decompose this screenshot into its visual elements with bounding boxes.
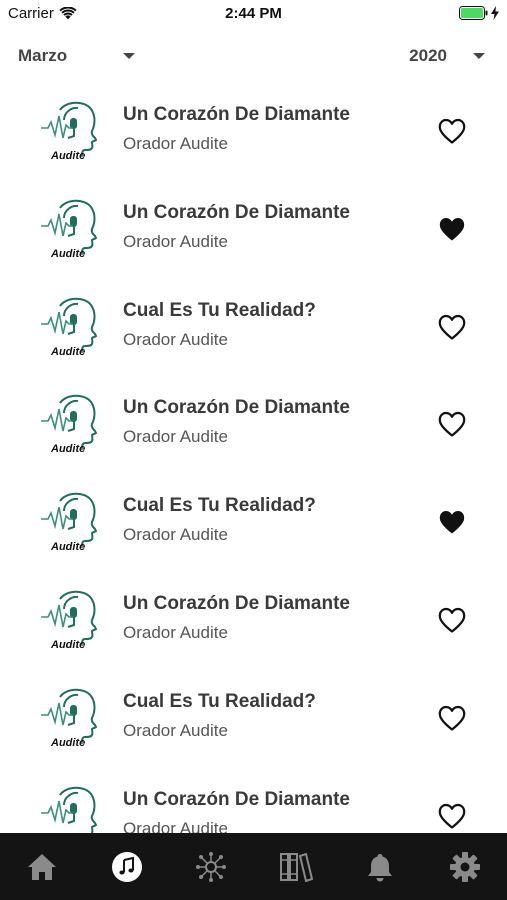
heart-outline-icon[interactable] (438, 705, 466, 731)
list-item[interactable]: Audite Cual Es Tu Realidad? Orador Audite (0, 669, 507, 767)
tab-bell[interactable] (338, 833, 423, 900)
logo-text: Audite (51, 638, 86, 651)
tab-library[interactable] (254, 833, 339, 900)
filter-bar: Marzo 2020 (0, 40, 507, 72)
audite-logo: Audite (38, 685, 102, 753)
episode-speaker: Orador Audite (123, 720, 228, 740)
logo-text: Audite (51, 736, 86, 749)
audite-logo: Audite (38, 783, 102, 833)
gear-icon (449, 851, 481, 883)
episode-speaker: Orador Audite (123, 134, 228, 153)
audite-logo: Audite (38, 98, 102, 166)
library-icon (279, 852, 313, 882)
music-note-icon (111, 851, 143, 883)
audite-logo: Audite (38, 196, 102, 264)
year-label: 2020 (409, 46, 447, 65)
logo-text: Audite (51, 247, 86, 260)
bell-icon (366, 852, 394, 882)
episode-list[interactable]: Audite Un Corazón De Diamante Orador Audit… (0, 82, 507, 833)
logo-text: Audite (51, 541, 86, 554)
battery-icon (459, 6, 488, 20)
heart-outline-icon[interactable] (438, 411, 466, 437)
year-dropdown[interactable]: 2020 (409, 40, 485, 72)
status-bar: Carrier 2:44 PM (0, 0, 507, 28)
audite-logo: Audite (38, 294, 102, 362)
month-label: Marzo (18, 46, 68, 65)
tab-music-note[interactable] (85, 833, 170, 900)
logo-text: Audite (51, 443, 86, 456)
status-time: 2:44 PM (225, 5, 282, 22)
list-item[interactable]: Audite Un Corazón De Diamante Orador Audit… (0, 767, 507, 833)
charging-bolt-icon (491, 6, 499, 20)
episode-title: Cual Es Tu Realidad? (123, 495, 316, 517)
logo-text: Audite (51, 150, 86, 162)
audite-logo: Audite (38, 391, 102, 459)
audite-logo: Audite (38, 489, 102, 557)
episode-title: Cual Es Tu Realidad? (123, 690, 316, 712)
audite-logo: Audite (38, 587, 102, 655)
episode-speaker: Orador Audite (123, 329, 228, 349)
chevron-down-icon (473, 53, 485, 59)
heart-filled-icon[interactable] (438, 216, 466, 242)
list-item[interactable]: Audite Un Corazón De Diamante Orador Audit… (0, 82, 507, 180)
logo-text: Audite (51, 345, 86, 358)
episode-title: Cual Es Tu Realidad? (123, 299, 316, 321)
chevron-down-icon (123, 53, 136, 59)
tab-home[interactable] (0, 833, 85, 900)
home-icon (26, 852, 58, 882)
heart-outline-icon[interactable] (438, 314, 466, 340)
episode-speaker: Orador Audite (123, 427, 228, 447)
heart-outline-icon[interactable] (438, 803, 466, 829)
episode-speaker: Orador Audite (123, 231, 228, 251)
month-dropdown[interactable]: Marzo (18, 40, 136, 72)
tab-gear[interactable] (423, 833, 507, 900)
list-item[interactable]: Audite Cual Es Tu Realidad? Orador Audite (0, 278, 507, 376)
episode-title: Un Corazón De Diamante (123, 104, 350, 125)
heart-outline-icon[interactable] (438, 607, 466, 633)
episode-speaker: Orador Audite (123, 622, 228, 642)
tab-bar (0, 833, 507, 900)
battery (459, 6, 499, 20)
list-item[interactable]: Audite Un Corazón De Diamante Orador Audit… (0, 375, 507, 473)
episode-speaker: Orador Audite (123, 818, 228, 833)
list-item[interactable]: Audite Un Corazón De Diamante Orador Audit… (0, 180, 507, 278)
heart-filled-icon[interactable] (438, 509, 466, 535)
tab-network[interactable] (169, 833, 254, 900)
network-icon (195, 851, 227, 883)
episode-title: Un Corazón De Diamante (123, 201, 350, 223)
episode-title: Un Corazón De Diamante (123, 788, 350, 810)
episode-title: Un Corazón De Diamante (123, 592, 350, 614)
list-item[interactable]: Audite Cual Es Tu Realidad? Orador Audite (0, 473, 507, 571)
heart-outline-icon[interactable] (438, 118, 466, 144)
episode-title: Un Corazón De Diamante (123, 397, 350, 419)
episode-speaker: Orador Audite (123, 525, 228, 545)
list-item[interactable]: Audite Un Corazón De Diamante Orador Audit… (0, 571, 507, 669)
